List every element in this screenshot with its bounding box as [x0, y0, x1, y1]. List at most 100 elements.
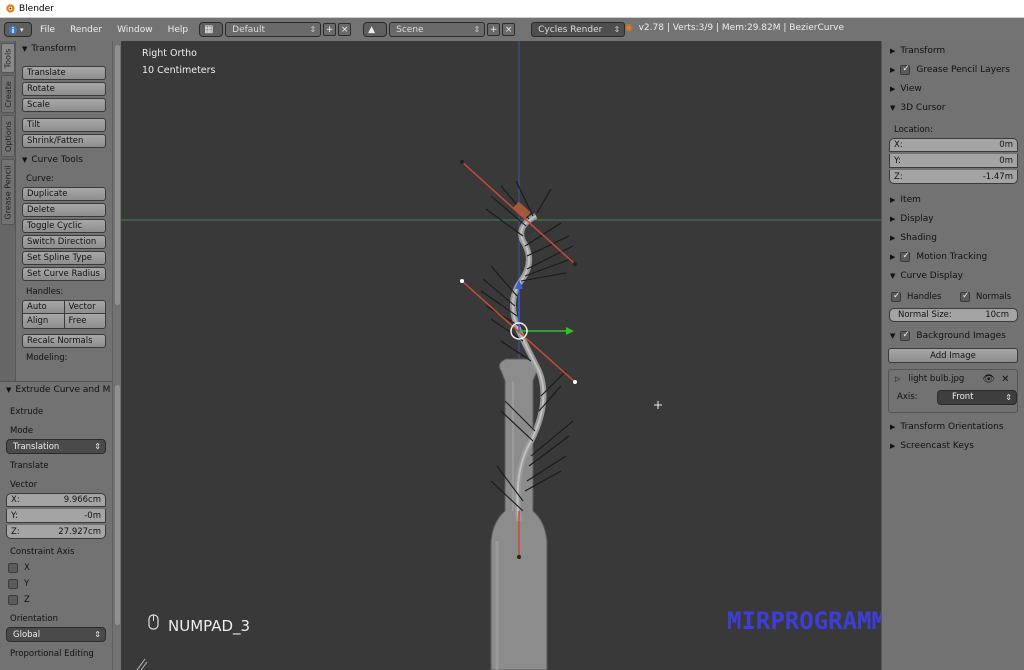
constraint-axis-label: Constraint Axis: [10, 546, 75, 557]
tab-tools[interactable]: Tools: [1, 43, 15, 73]
constraint-y[interactable]: Y: [0, 576, 112, 591]
transform-panel-header[interactable]: ▼ Transform: [16, 41, 112, 57]
checkbox-icon[interactable]: [8, 594, 18, 605]
handle-free-button[interactable]: Free: [64, 314, 106, 329]
checkbox-icon[interactable]: [900, 330, 911, 341]
expand-triangle-icon: ▶: [890, 252, 896, 261]
menu-render[interactable]: Render: [70, 25, 102, 35]
expand-triangle-icon[interactable]: ▷: [895, 375, 900, 383]
orientation-select[interactable]: Global: [6, 627, 106, 642]
view-panel[interactable]: ▶ View: [882, 79, 1024, 98]
vector-x-field[interactable]: X: 9.966cm: [6, 493, 106, 507]
eye-icon[interactable]: 👁: [982, 374, 995, 385]
tab-create[interactable]: Create: [1, 75, 15, 113]
menu-window[interactable]: Window: [117, 25, 153, 35]
close-icon[interactable]: ✕: [1001, 374, 1009, 385]
normals-checkbox-icon[interactable]: [960, 291, 970, 302]
checkbox-icon[interactable]: [8, 562, 18, 573]
item-panel[interactable]: ▶ Item: [882, 190, 1024, 209]
operator-panel-header[interactable]: ▼ Extrude Curve and M: [0, 382, 112, 398]
info-header: ▾ File Render Window Help ▦ Default + × …: [0, 18, 1024, 41]
image-name: light bulb.jpg: [908, 374, 965, 384]
scene-select[interactable]: Scene: [389, 22, 486, 37]
modeling-label: Modeling:: [26, 352, 68, 363]
cursor-x-field[interactable]: X: 0m: [889, 138, 1018, 152]
add-scene-icon[interactable]: +: [487, 23, 501, 36]
background-images-panel[interactable]: ▼Background Images: [882, 326, 1024, 345]
tab-options[interactable]: Options: [1, 115, 15, 157]
layout-select[interactable]: Default: [225, 22, 322, 37]
tab-grease-pencil[interactable]: Grease Pencil: [1, 159, 15, 225]
window-titlebar: Blender: [0, 0, 1024, 18]
curve-tools-panel-header[interactable]: ▼ Curve Tools: [16, 152, 112, 168]
location-label: Location:: [894, 124, 933, 135]
checkbox-icon[interactable]: [8, 578, 18, 589]
scale-button[interactable]: Scale: [22, 98, 106, 112]
vector-z-field[interactable]: Z: 27.927cm: [6, 525, 106, 539]
window-title: Blender: [19, 3, 54, 14]
toggle-cyclic-button[interactable]: Toggle Cyclic: [22, 219, 106, 233]
delete-button[interactable]: Delete: [22, 203, 106, 217]
render-engine-select[interactable]: Cycles Render: [531, 22, 626, 37]
operator-panel-scrollbar[interactable]: [112, 381, 121, 670]
remove-layout-icon[interactable]: ×: [338, 23, 352, 36]
view-name: Right Ortho: [142, 48, 197, 59]
shrink-fatten-button[interactable]: Shrink/Fatten: [22, 134, 106, 148]
extrude-label: Extrude: [10, 406, 44, 417]
constraint-x[interactable]: X: [0, 560, 112, 575]
tilt-button[interactable]: Tilt: [22, 118, 106, 132]
translate-label: Translate: [10, 460, 49, 471]
handle-align-button[interactable]: Align: [22, 314, 65, 329]
transform-orientations-panel[interactable]: ▶ Transform Orientations: [882, 417, 1024, 436]
scene-icon: ▲: [368, 24, 376, 35]
rotate-button[interactable]: Rotate: [22, 82, 106, 96]
normal-size-field[interactable]: Normal Size: 10cm: [889, 308, 1018, 322]
curve-display-panel[interactable]: ▼ Curve Display: [882, 266, 1024, 285]
layout-icon-button[interactable]: ▦: [199, 22, 224, 37]
translate-button[interactable]: Translate: [22, 66, 106, 80]
scene-icon-button[interactable]: ▲: [363, 22, 388, 37]
cursor-y-field[interactable]: Y: 0m: [889, 154, 1018, 168]
duplicate-button[interactable]: Duplicate: [22, 187, 106, 201]
shading-panel[interactable]: ▶ Shading: [882, 228, 1024, 247]
screencast-keys-panel[interactable]: ▶ Screencast Keys: [882, 436, 1024, 455]
axis-select[interactable]: Front: [937, 389, 1017, 405]
grease-pencil-layers-panel[interactable]: ▶Grease Pencil Layers: [882, 60, 1024, 79]
orientation-label: Orientation: [10, 613, 58, 624]
set-curve-radius-button[interactable]: Set Curve Radius: [22, 267, 106, 281]
menu-help[interactable]: Help: [168, 25, 189, 35]
add-layout-icon[interactable]: +: [323, 23, 337, 36]
checkbox-icon[interactable]: [900, 64, 911, 75]
cursor-z-field[interactable]: Z: -1.47m: [889, 170, 1018, 184]
vector-label: Vector: [10, 479, 38, 490]
switch-direction-button[interactable]: Switch Direction: [22, 235, 106, 249]
constraint-z[interactable]: Z: [0, 592, 112, 607]
handle-auto-button[interactable]: Auto: [22, 300, 65, 314]
vector-y-field[interactable]: Y: -0m: [6, 509, 106, 523]
3d-cursor-panel[interactable]: ▼ 3D Cursor: [882, 98, 1024, 117]
handle-vector-button[interactable]: Vector: [64, 300, 106, 314]
handles-label: Handles:: [26, 286, 64, 297]
expand-triangle-icon: ▶: [890, 422, 896, 431]
remove-scene-icon[interactable]: ×: [502, 23, 516, 36]
axis-label: Axis:: [897, 392, 918, 402]
3d-viewport[interactable]: Right Ortho 10 Centimeters NUMPAD_3 MIRP…: [121, 41, 881, 670]
3d-cursor-icon: [654, 401, 662, 409]
motion-tracking-panel[interactable]: ▶Motion Tracking: [882, 247, 1024, 266]
transform-panel[interactable]: ▶ Transform: [882, 41, 1024, 60]
editor-type-button[interactable]: ▾: [4, 22, 32, 37]
display-panel[interactable]: ▶ Display: [882, 209, 1024, 228]
handles-checkbox-icon[interactable]: [891, 291, 901, 302]
blender-status-icon: ◉: [625, 23, 633, 33]
recalc-normals-button[interactable]: Recalc Normals: [22, 334, 106, 348]
tool-shelf-scrollbar[interactable]: [112, 41, 121, 381]
expand-triangle-icon: ▶: [890, 195, 896, 204]
set-spline-type-button[interactable]: Set Spline Type: [22, 251, 106, 265]
add-image-button[interactable]: Add Image: [888, 348, 1018, 363]
tool-shelf: ▼ Transform Translate Rotate Scale Tilt S…: [16, 41, 112, 381]
menu-file[interactable]: File: [40, 25, 55, 35]
expand-triangle-icon: ▶: [890, 65, 896, 74]
checkbox-icon[interactable]: [900, 251, 911, 262]
mode-select[interactable]: Translation: [6, 439, 106, 454]
layout-grid-icon: ▦: [204, 24, 214, 35]
